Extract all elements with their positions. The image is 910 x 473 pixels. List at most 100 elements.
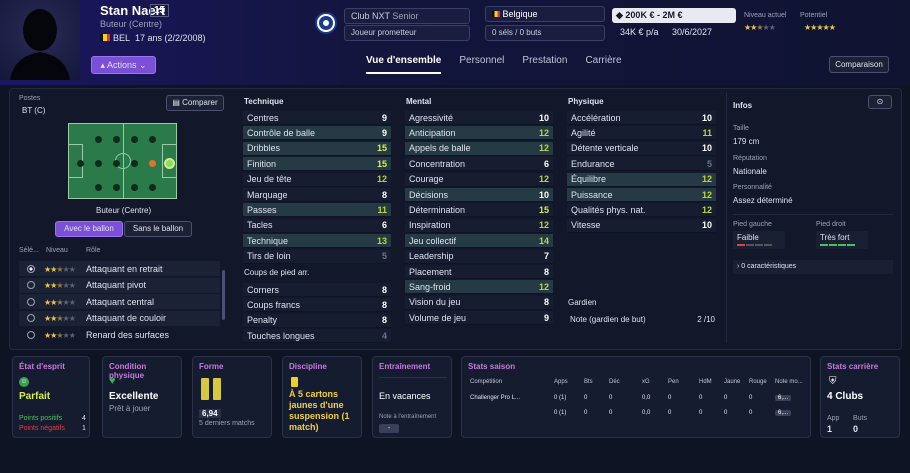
attribute-row[interactable]: Détermination 15: [405, 203, 553, 218]
player-position: Buteur (Centre): [100, 19, 163, 29]
role-row[interactable]: ★★★★★ Attaquant central: [19, 294, 220, 309]
attribute-row[interactable]: Touches longues 4: [243, 329, 391, 344]
attribute-name: Sang-froid: [409, 281, 451, 292]
attribute-row[interactable]: Agilité 11: [567, 126, 716, 141]
role-row[interactable]: ★★★★★ Attaquant de couloir: [19, 310, 220, 326]
pitch-position-dot: [131, 184, 138, 191]
attribute-row[interactable]: Jeu collectif 14: [405, 234, 553, 249]
role-name: Attaquant de couloir: [86, 313, 167, 323]
season-header: Déc: [609, 379, 620, 385]
attribute-row[interactable]: Tacles 6: [243, 218, 391, 233]
attribute-row[interactable]: Finition 15: [243, 157, 391, 172]
attribute-row[interactable]: Corners 8: [243, 283, 391, 297]
attribute-row[interactable]: Accélération 10: [567, 111, 716, 125]
season-stats-card[interactable]: Stats saison Compétition Apps Bts Déc xG Pen H…: [461, 356, 811, 438]
attribute-name: Volume de jeu: [409, 312, 467, 323]
season-header: Apps: [554, 379, 568, 385]
attribute-row[interactable]: Tirs de loin 5: [243, 249, 391, 264]
right-foot-text: Très fort: [820, 233, 850, 242]
attribute-row[interactable]: Agressivité 10: [405, 111, 553, 125]
comparison-button[interactable]: Comparaison: [829, 56, 889, 73]
season-cell: 0: [584, 410, 588, 416]
with-ball-button[interactable]: Avec le ballon: [55, 221, 123, 237]
country-box[interactable]: Belgique: [485, 6, 605, 22]
attribute-row[interactable]: Décisions 10: [405, 188, 553, 202]
season-header: Compétition: [470, 379, 503, 385]
attribute-row[interactable]: Détente verticale 10: [567, 141, 716, 156]
attribute-row[interactable]: Passes 11: [243, 203, 391, 218]
attribute-row[interactable]: Leadership 7: [405, 249, 553, 264]
without-ball-button[interactable]: Sans le ballon: [124, 221, 192, 237]
role-radio[interactable]: [27, 297, 35, 306]
season-cell: 0: [749, 410, 753, 416]
training-status: En vacances: [379, 391, 431, 401]
attribute-row[interactable]: Endurance 5: [567, 157, 716, 172]
attribute-value: 12: [701, 174, 712, 185]
role-radio[interactable]: [27, 264, 35, 273]
form-bar-1: [201, 378, 209, 400]
roles-scrollbar[interactable]: [222, 270, 225, 320]
attribute-row[interactable]: Vision du jeu 8: [405, 295, 553, 310]
goalkeeper-rating-row: Note (gardien de but) 2 /10: [568, 312, 717, 326]
condition-card[interactable]: Condition physique ♥ Excellente Prêt à j…: [102, 356, 182, 438]
career-stats-title: Stats carrière: [827, 362, 879, 371]
shirt-number: 15: [150, 4, 170, 17]
attribute-row[interactable]: Courage 12: [405, 172, 553, 187]
attribute-row[interactable]: Volume de jeu 9: [405, 311, 553, 326]
attribute-name: Vision du jeu: [409, 297, 461, 308]
attribute-row[interactable]: Équilibre 12: [567, 172, 716, 187]
attribute-value: 4: [381, 330, 387, 341]
attribute-row[interactable]: Dribbles 15: [243, 141, 391, 156]
role-radio[interactable]: [27, 330, 35, 339]
attribute-row[interactable]: Anticipation 12: [405, 126, 553, 141]
tab-3[interactable]: Carrière: [585, 55, 621, 74]
attribute-row[interactable]: Technique 13: [243, 234, 391, 249]
player-status: Joueur prometteur: [344, 25, 470, 41]
compare-label: Comparer: [182, 98, 218, 107]
season-cell: 6,...: [775, 395, 792, 401]
attribute-row[interactable]: Appels de balle 12: [405, 141, 553, 156]
attribute-name: Centres: [247, 112, 279, 123]
attribute-row[interactable]: Inspiration 12: [405, 218, 553, 233]
season-competition: Challenger Pro L...: [470, 395, 521, 401]
form-title: Forme: [199, 362, 224, 371]
attribute-value: 14: [538, 235, 549, 246]
tab-0[interactable]: Vue d'ensemble: [366, 55, 442, 74]
form-card[interactable]: Forme 6,94 5 derniers matchs: [192, 356, 272, 438]
wage: 34K € p/a: [620, 27, 659, 37]
club-box[interactable]: Club NXT Senior: [344, 8, 470, 24]
attribute-row[interactable]: Centres 9: [243, 111, 391, 125]
discipline-card[interactable]: Discipline À 5 cartons jaunes d'une susp…: [282, 356, 362, 438]
attribute-row[interactable]: Marquage 8: [243, 188, 391, 202]
attribute-row[interactable]: Placement 8: [405, 265, 553, 279]
actions-button[interactable]: ▴ Actions ⌄: [91, 56, 156, 74]
attribute-row[interactable]: Penalty 8: [243, 313, 391, 328]
role-row[interactable]: ★★★★★ Attaquant pivot: [19, 277, 220, 293]
attribute-row[interactable]: Sang-froid 12: [405, 280, 553, 295]
person-settings-icon[interactable]: ⊙: [868, 95, 892, 109]
tab-2[interactable]: Prestation: [522, 55, 567, 74]
mood-card[interactable]: État d'esprit ☺ Parfait Points positifs …: [12, 356, 90, 438]
attribute-row[interactable]: Concentration 6: [405, 157, 553, 172]
attribute-row[interactable]: Qualités phys. nat. 12: [567, 203, 716, 218]
attribute-name: Puissance: [571, 189, 613, 200]
value-box[interactable]: ◆ 200K € - 2M €: [612, 8, 736, 23]
training-card[interactable]: Entraînement En vacances Note à l'entraî…: [372, 356, 452, 438]
role-row[interactable]: ★★★★★ Attaquant en retrait: [19, 261, 220, 276]
attribute-row[interactable]: Puissance 12: [567, 188, 716, 202]
career-stats-card[interactable]: Stats carrière ⛨ 4 Clubs App Buts 1 0: [820, 356, 900, 438]
attribute-row[interactable]: Contrôle de balle 9: [243, 126, 391, 141]
traits-row[interactable]: › 0 caractéristiques: [733, 260, 893, 274]
attribute-name: Placement: [409, 266, 452, 277]
season-header: xG: [642, 379, 650, 385]
attribute-name: Décisions: [409, 189, 449, 200]
attribute-row[interactable]: Jeu de tête 12: [243, 172, 391, 187]
shield-icon: ⛨: [829, 376, 837, 387]
role-row[interactable]: ★★★★★ Renard des surfaces: [19, 327, 220, 342]
attribute-row[interactable]: Vitesse 10: [567, 218, 716, 233]
compare-button[interactable]: ▤ Comparer: [166, 95, 224, 111]
attribute-row[interactable]: Coups francs 8: [243, 298, 391, 313]
role-radio[interactable]: [27, 281, 35, 289]
role-radio[interactable]: [27, 314, 35, 322]
tab-1[interactable]: Personnel: [459, 55, 504, 74]
